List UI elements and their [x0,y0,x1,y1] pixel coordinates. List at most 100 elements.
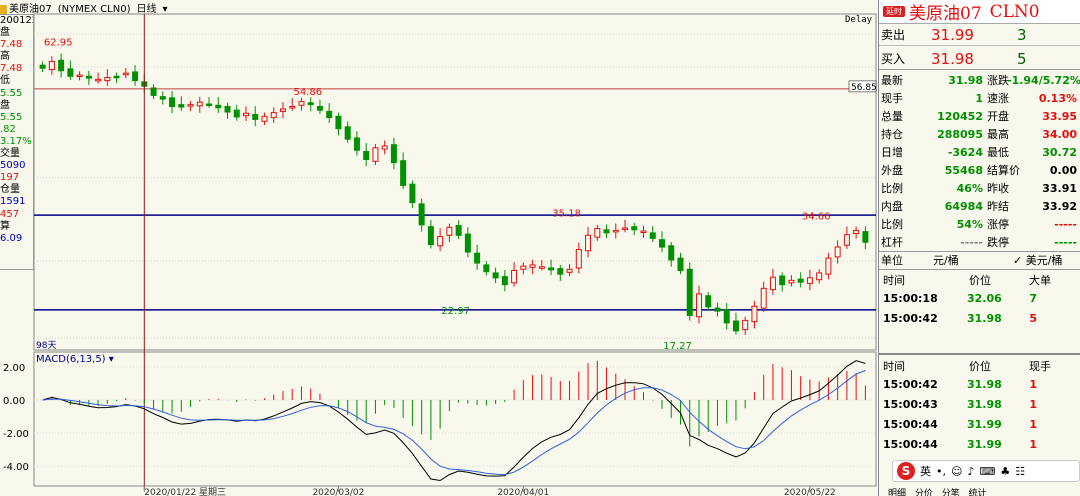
candle-body [760,287,767,309]
unit-select[interactable]: ✓ 美元/桶 [1013,252,1062,268]
sogou-logo-icon[interactable]: S [897,462,915,480]
candle-body [418,203,425,226]
unit-row: 单位 元/桶 ✓ 美元/桶 [879,251,1080,269]
candle-body [806,277,813,284]
candle-body [529,264,536,268]
bottom-tab[interactable]: 统计 [969,489,987,496]
candle-body [206,103,213,107]
mic-icon[interactable]: ♪ [967,465,974,478]
stat-value: ----- [960,235,983,249]
candle-body [363,150,370,160]
period-selector[interactable]: 日线 ▾ [137,4,174,14]
skin-icon[interactable]: ♣ [1000,465,1010,478]
macd-title: MACD(6,13,5) ▾ [36,354,114,365]
candle-body [270,112,277,119]
stat-value: 120452 [937,109,983,123]
x-tick-label: 2020/03/02 [312,488,364,496]
candle-body [279,108,286,112]
candle-body [686,268,693,316]
price-annotation: 34.66 [802,212,831,223]
candle-body [853,229,860,234]
stat-value: -3624 [947,145,983,159]
candle-body [622,227,629,230]
candle-body [640,230,647,234]
buy-row[interactable]: 买入 31.98 5 [879,48,1080,70]
stat-label: 跌停 [987,236,1009,249]
candle-body [169,97,176,107]
bar-info-row: 盘 [0,27,10,39]
bar-info-row: 5.55 [0,111,23,123]
stat-value: ----- [1054,235,1077,249]
price-pane-frame [33,13,877,351]
bar-info-row: 盘 [0,99,10,111]
stat-value: 288095 [937,127,983,141]
candle-body [159,96,166,100]
buy-label: 买入 [881,52,906,66]
table-row[interactable]: 15:00:18 32.06 7 [879,288,1080,308]
stat-value: 64984 [944,199,983,213]
candle-body [243,112,249,117]
table-row[interactable]: 15:00:44 31.99 1 [879,434,1080,454]
stat-label: 昨收 [987,182,1009,195]
menu-icon[interactable]: ☷ [1015,465,1025,478]
stat-value: 54% [956,217,983,231]
candle-body [742,319,749,331]
macd-y-tick: 0.00 [3,396,25,407]
candle-body [751,305,758,323]
table-row[interactable]: 15:00:42 31.98 1 [879,374,1080,394]
candle-body [132,71,139,82]
bar-info-row: 5.55 [0,87,23,99]
stat-label: 昨结 [987,200,1009,213]
ime-toolbar[interactable]: S 英 •, ☺ ♪ ⌨ ♣ ☷ [892,460,1080,482]
table-row[interactable]: 15:00:43 31.98 1 [879,394,1080,414]
candle-body [501,276,508,286]
candle-body [474,252,481,264]
candle-body [585,234,592,252]
keyboard-icon[interactable]: ⌨ [980,465,996,478]
candle-body [39,64,46,69]
stat-label: 比例 [881,218,903,231]
candle-body [48,60,55,70]
candle-body [816,272,823,281]
sell-row[interactable]: 卖出 31.99 3 [879,24,1080,46]
punctuation-icon[interactable]: •, [936,465,946,478]
column-header: 价位 [969,360,991,373]
bottom-tab[interactable]: 分笔 [942,489,963,496]
bar-info-row: 457 [0,208,20,220]
stat-label: 最新 [881,74,903,87]
stat-label: 涨停 [987,218,1009,231]
bottom-tab[interactable]: 分价 [915,489,936,496]
delay-label: Delay [845,15,873,25]
table-row[interactable]: 15:00:44 31.99 1 [879,414,1080,434]
bar-info-row: .82 [0,123,16,135]
instrument-name: 美原油07 [9,4,52,14]
x-tick-label: 2020/05/22 [784,488,836,496]
row-price: 31.98 [967,377,1002,391]
candle-body [862,231,869,243]
bar-info-row: 1591 [0,196,26,208]
row-volume: 1 [1029,377,1037,391]
stat-label: 开盘 [987,110,1009,123]
candle-body [104,77,111,82]
macd-dif-line [42,360,866,482]
quote-stat-row: 最新 31.98 涨跌 -1.94/5.72% [879,71,1080,89]
chart-area[interactable]: 56.85 62.95 54.86 35.18 34.66 22.97 17.27 98天 20… [0,0,878,496]
quote-header: 延时 美原油07 CLN0 [879,0,1080,24]
ime-lang-toggle[interactable]: 英 [920,463,931,479]
candle-body [769,276,776,291]
candle-body [464,233,471,253]
candle-body [400,160,407,186]
candle-body [261,115,268,122]
emoji-icon[interactable]: ☺ [951,465,962,478]
candle-body [122,72,129,76]
table-row[interactable]: 15:00:42 31.98 5 [879,308,1080,328]
candle-body [381,145,388,150]
unit-value: 元/桶 [933,254,959,267]
instrument-code: (NYMEX CLN0) [57,4,131,14]
stat-label: 涨跌 [987,74,1009,87]
stat-value: 33.91 [1042,181,1077,195]
bottom-tab[interactable]: 明细 [888,489,909,496]
candle-body [95,78,102,82]
candle-body [409,183,416,204]
candle-body [511,269,518,284]
